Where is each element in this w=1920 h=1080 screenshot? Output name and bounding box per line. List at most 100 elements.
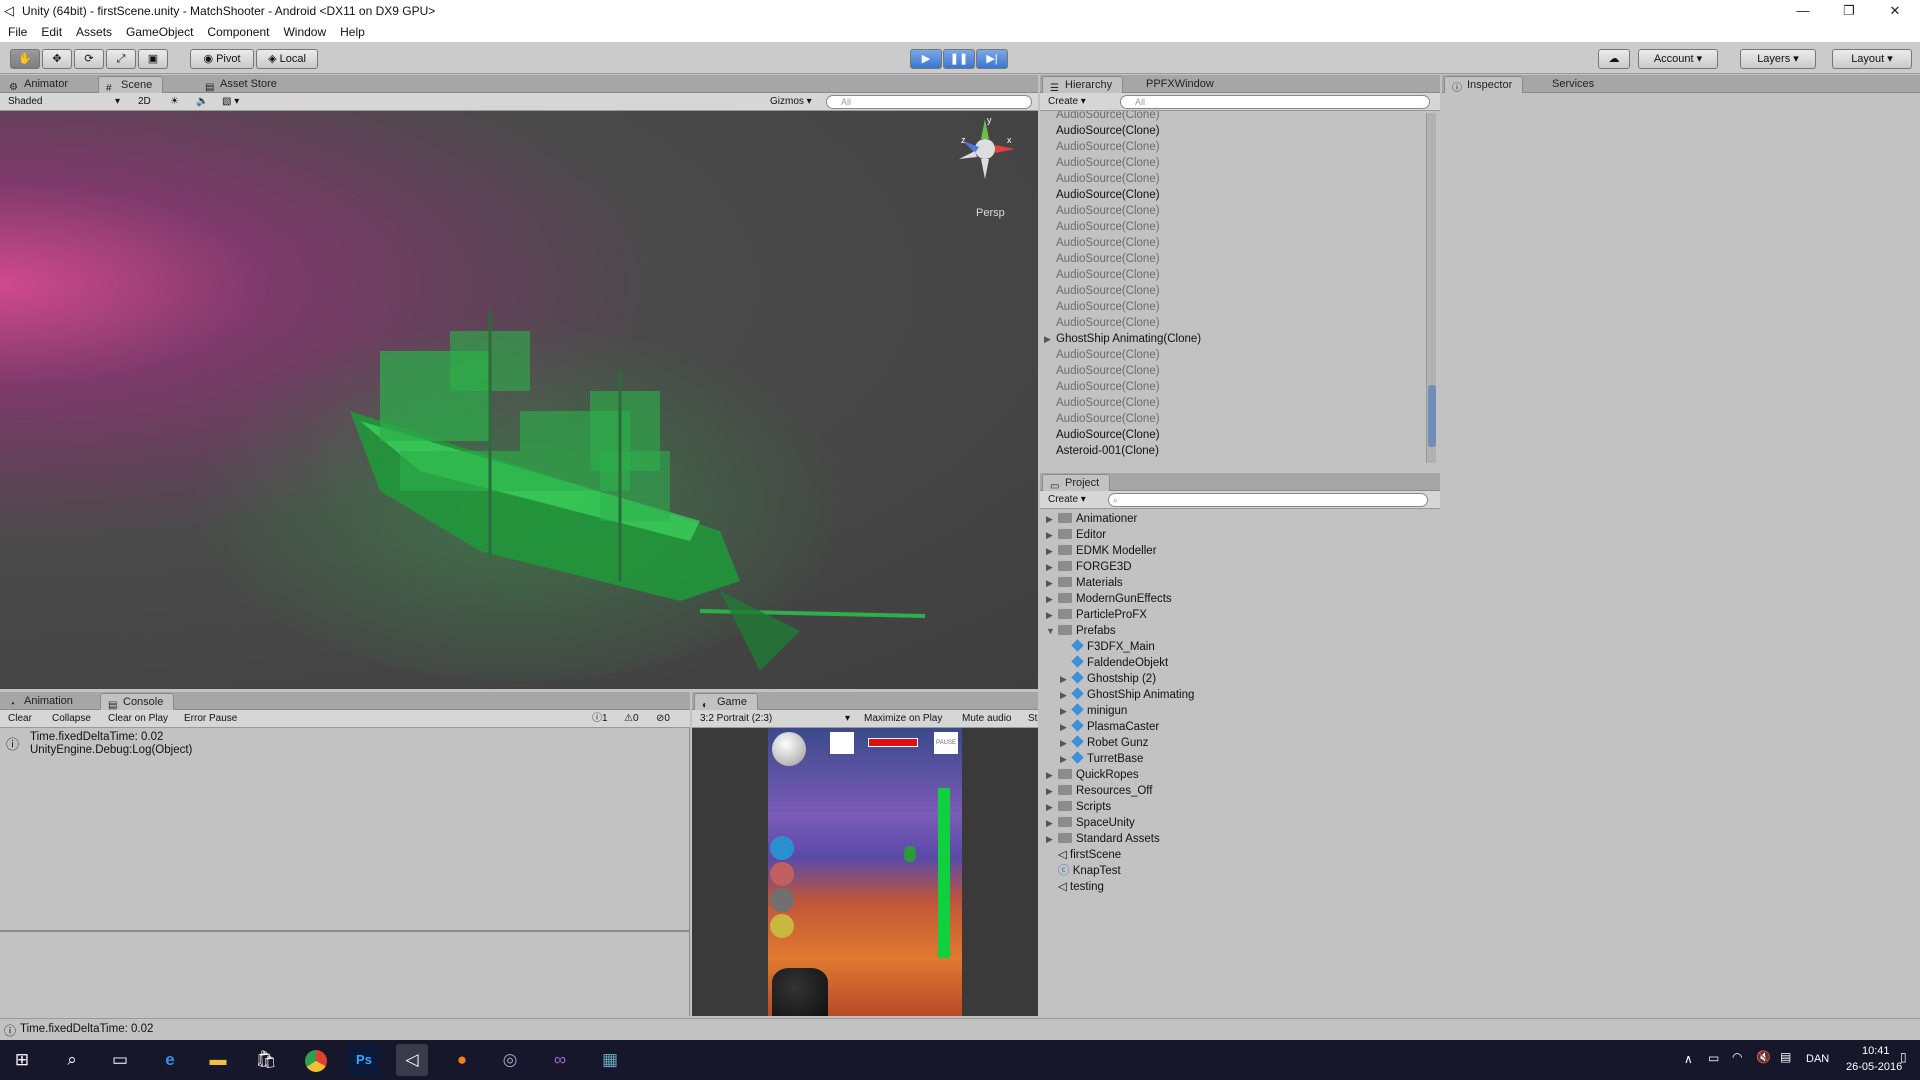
collapse-button[interactable]: Collapse [48, 712, 95, 726]
project-item[interactable]: ▶ Resources_Off [1046, 783, 1153, 799]
clear-button[interactable]: Clear [4, 712, 36, 726]
expand-arrow-icon[interactable]: ▶ [1060, 735, 1072, 751]
tab-console[interactable]: ▤ Console [100, 693, 175, 711]
project-item[interactable]: ▶ Materials [1046, 575, 1123, 591]
console-entry[interactable]: ⓘ Time.fixedDeltaTime: 0.02 UnityEngine.… [0, 730, 690, 758]
moon-button[interactable] [772, 732, 806, 766]
volume-icon[interactable]: 🔇 [1756, 1050, 1771, 1064]
persp-label[interactable]: Persp [976, 207, 1005, 219]
audio-icon[interactable]: 🔈 [192, 95, 212, 109]
menu-component[interactable]: Component [207, 25, 269, 39]
console-detail-divider[interactable] [0, 930, 690, 932]
explorer-icon[interactable]: ▬ [202, 1044, 234, 1076]
move-tool-button[interactable]: ✥ [42, 49, 72, 69]
rect-tool-button[interactable]: ▣ [138, 49, 168, 69]
mute-audio-toggle[interactable]: Mute audio [958, 712, 1015, 726]
expand-arrow-icon[interactable]: ▶ [1046, 607, 1058, 623]
mode-2d-toggle[interactable]: 2D [134, 95, 155, 109]
hierarchy-item[interactable]: AudioSource(Clone) [1056, 411, 1160, 427]
hierarchy-item[interactable]: AudioSource(Clone) [1056, 111, 1160, 123]
project-item[interactable]: ▶ Robet Gunz [1060, 735, 1148, 751]
expand-arrow-icon[interactable]: ▶ [1046, 831, 1058, 847]
menu-window[interactable]: Window [283, 25, 326, 39]
menu-file[interactable]: File [8, 25, 27, 39]
hand-tool-button[interactable]: ✋ [10, 49, 40, 69]
pivot-toggle[interactable]: ◉ Pivot [190, 49, 254, 69]
photoshop-icon[interactable]: Ps [348, 1044, 380, 1076]
hierarchy-item[interactable]: AudioSource(Clone) [1056, 427, 1160, 443]
chrome-icon[interactable] [300, 1044, 332, 1076]
edge-icon[interactable]: e [154, 1044, 186, 1076]
tab-asset-store[interactable]: ▤ Asset Store [198, 76, 287, 93]
game-screen[interactable]: PAUSE [768, 728, 962, 1016]
hierarchy-item[interactable]: AudioSource(Clone) [1056, 235, 1160, 251]
battery-icon[interactable]: ▭ [1708, 1051, 1719, 1065]
project-item[interactable]: ▶ EDMK Modeller [1046, 543, 1157, 559]
expand-arrow-icon[interactable]: ▶ [1046, 511, 1058, 527]
tab-animator[interactable]: ⚙ Animator [2, 76, 78, 93]
hierarchy-item[interactable]: AudioSource(Clone) [1056, 203, 1160, 219]
expand-arrow-icon[interactable]: ▶ [1046, 543, 1058, 559]
project-item[interactable]: ▶ Standard Assets [1046, 831, 1160, 847]
project-item[interactable]: ◁ testing [1046, 879, 1104, 895]
globe-app-icon[interactable]: ◎ [494, 1044, 526, 1076]
scene-search-input[interactable]: All [826, 95, 1032, 109]
info-count-toggle[interactable]: ⓘ1 [588, 712, 612, 726]
project-item[interactable]: ▶ PlasmaCaster [1060, 719, 1159, 735]
visual-studio-icon[interactable]: ∞ [544, 1044, 576, 1076]
gizmos-dropdown[interactable]: Gizmos ▾ [766, 95, 816, 109]
app-icon[interactable]: ▦ [594, 1044, 626, 1076]
maximize-on-play-toggle[interactable]: Maximize on Play [860, 712, 946, 726]
hierarchy-item[interactable]: Asteroid-001(Clone) [1056, 443, 1159, 459]
project-item[interactable]: ▶ Scripts [1046, 799, 1111, 815]
hierarchy-scroll-thumb[interactable] [1428, 385, 1436, 447]
hierarchy-item[interactable]: AudioSource(Clone) [1056, 299, 1160, 315]
hierarchy-item[interactable]: AudioSource(Clone) [1056, 219, 1160, 235]
hierarchy-item[interactable]: AudioSource(Clone) [1056, 379, 1160, 395]
tab-game[interactable]: ◐ Game [694, 693, 758, 711]
game-viewport[interactable]: PAUSE [692, 728, 1038, 1016]
hierarchy-scrollbar[interactable] [1426, 113, 1436, 463]
project-item[interactable]: ▼ Prefabs [1046, 623, 1116, 639]
hierarchy-item[interactable]: AudioSource(Clone) [1056, 155, 1160, 171]
expand-arrow-icon[interactable]: ▶ [1046, 767, 1058, 783]
hierarchy-item[interactable]: AudioSource(Clone) [1056, 171, 1160, 187]
tab-services[interactable]: Services [1542, 76, 1604, 93]
expand-arrow-icon[interactable]: ▶ [1060, 671, 1072, 687]
expand-arrow-icon[interactable]: ▶ [1046, 815, 1058, 831]
expand-arrow-icon[interactable]: ▶ [1046, 799, 1058, 815]
clock-date[interactable]: 26-05-2016 [1846, 1061, 1902, 1073]
action-center-icon[interactable]: ▯ [1900, 1050, 1907, 1064]
ghost-ship[interactable] [0, 111, 1038, 689]
step-button[interactable]: ▶| [976, 49, 1008, 69]
menu-gameobject[interactable]: GameObject [126, 25, 193, 39]
ammo-blue-button[interactable] [770, 836, 794, 860]
account-dropdown[interactable]: Account ▾ [1638, 49, 1718, 69]
layout-dropdown[interactable]: Layout ▾ [1832, 49, 1912, 69]
clear-on-play-button[interactable]: Clear on Play [104, 712, 172, 726]
play-button[interactable]: ▶ [910, 49, 942, 69]
shading-dropdown[interactable]: Shaded ▾ [4, 95, 124, 109]
status-bar[interactable]: ⓘ Time.fixedDeltaTime: 0.02 [0, 1018, 1920, 1040]
tab-ppfxwindow[interactable]: PPFXWindow [1136, 76, 1224, 93]
scale-tool-button[interactable]: ⤢ [106, 49, 136, 69]
search-icon[interactable]: ⌕ [56, 1044, 88, 1076]
expand-arrow-icon[interactable]: ▼ [1046, 623, 1058, 639]
menu-edit[interactable]: Edit [41, 25, 62, 39]
project-item[interactable]: ▶ TurretBase [1060, 751, 1143, 767]
project-item[interactable]: ⓒ KnapTest [1046, 863, 1121, 879]
project-create-button[interactable]: Create ▾ [1044, 493, 1090, 507]
hierarchy-item[interactable]: AudioSource(Clone) [1056, 187, 1160, 203]
hierarchy-item[interactable]: AudioSource(Clone) [1056, 139, 1160, 155]
effects-icon[interactable]: ▧ ▾ [218, 95, 243, 109]
notification-icon[interactable]: ▤ [1780, 1050, 1791, 1064]
tab-inspector[interactable]: ⓘ Inspector [1444, 76, 1524, 94]
cloud-button[interactable]: ☁ [1598, 49, 1630, 69]
orientation-gizmo[interactable]: y x z Persp [955, 115, 1015, 219]
ammo-gray-button[interactable] [770, 888, 794, 912]
expand-arrow-icon[interactable]: ▶ [1060, 703, 1072, 719]
start-icon[interactable]: ⊞ [6, 1044, 38, 1076]
project-item[interactable]: ▶ minigun [1060, 703, 1127, 719]
expand-arrow-icon[interactable]: ▶ [1046, 783, 1058, 799]
stats-toggle[interactable]: St [1024, 712, 1038, 726]
